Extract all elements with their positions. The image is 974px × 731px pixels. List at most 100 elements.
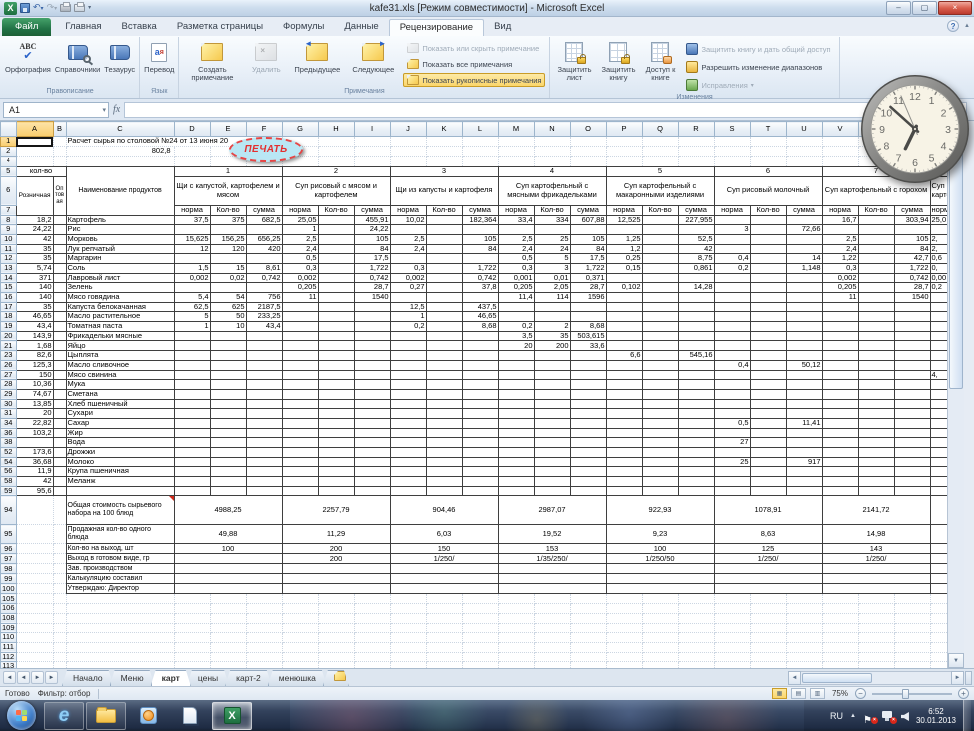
dish-number[interactable]: 5 [605,165,715,177]
cell[interactable] [569,632,607,643]
cell[interactable] [173,379,211,390]
cell[interactable] [749,369,787,381]
cell[interactable] [749,622,787,634]
row-header-16[interactable]: 16 [0,292,17,303]
cell[interactable] [497,417,535,429]
cell[interactable] [821,447,859,458]
cell[interactable] [317,632,355,643]
cell[interactable] [281,485,319,497]
row-header-1[interactable]: 1 [0,136,17,147]
cell[interactable] [353,156,391,167]
cell[interactable]: 82,6 [15,350,54,361]
cell[interactable] [52,398,67,410]
cell[interactable] [857,632,895,643]
cell[interactable] [461,253,499,264]
cell[interactable] [785,437,823,448]
cell[interactable]: 10 [209,321,247,332]
cell[interactable] [425,224,463,235]
cell[interactable]: 17,5 [353,253,391,264]
cell[interactable] [173,350,211,361]
cell[interactable] [317,224,355,235]
cell[interactable] [605,427,643,439]
cell[interactable] [173,456,211,468]
column-header-U[interactable]: U [785,121,823,137]
cell[interactable] [785,321,823,332]
cell[interactable]: 84 [893,243,931,255]
cell[interactable] [389,369,427,381]
cell[interactable] [641,136,679,147]
row-header-28[interactable]: 28 [0,379,17,390]
cell[interactable]: 22,82 [15,417,54,429]
cell[interactable] [353,311,391,323]
cell[interactable] [893,612,931,624]
cell[interactable] [52,622,67,634]
cell[interactable] [713,388,751,400]
product-name-cell[interactable]: Морковь [65,233,175,245]
cell[interactable] [353,437,391,448]
subcolumn-header[interactable]: норма [281,204,319,216]
cell[interactable] [605,612,643,624]
cell[interactable]: 156,25 [209,233,247,245]
cell[interactable] [353,632,391,643]
cell[interactable] [713,311,751,323]
product-name-cell[interactable]: Мясо свинина [65,369,175,381]
cell[interactable] [52,524,67,545]
cell[interactable] [857,224,895,235]
cell[interactable] [569,417,607,429]
cell[interactable] [461,369,499,381]
cell[interactable] [461,146,499,157]
cell[interactable] [52,243,67,255]
summary-value-cell[interactable] [281,563,391,575]
help-icon[interactable]: ? [947,20,960,32]
summary-value-cell[interactable] [173,553,283,565]
row-header-27[interactable]: 27 [0,369,17,381]
cell[interactable] [641,350,679,361]
cell[interactable] [52,262,67,274]
cell[interactable] [52,282,67,293]
cell[interactable] [173,632,211,643]
cell[interactable] [317,641,355,653]
cell[interactable] [677,632,715,643]
cell[interactable] [713,476,751,487]
cell[interactable] [749,146,787,157]
research-button[interactable]: Справочники [53,37,102,87]
clock-gadget[interactable]: 1 2 3 4 5 6 7 8 9 10 11 12 [858,72,972,186]
cell[interactable] [461,476,499,487]
cell[interactable] [821,622,859,634]
cell[interactable] [857,466,895,478]
cell[interactable]: 0,002 [821,272,859,284]
cell[interactable]: 120 [209,243,247,255]
minimize-button[interactable]: – [886,1,911,15]
cell[interactable]: 0,742 [245,272,283,284]
close-button[interactable]: × [938,1,972,15]
cell[interactable] [173,146,211,157]
protect-sheet-button[interactable]: Защитить лист [552,37,596,93]
column-header-P[interactable]: P [605,121,643,137]
cell[interactable]: 371 [15,272,54,284]
cell[interactable] [281,593,319,605]
cell[interactable] [353,651,391,663]
sheet-tab-Начало[interactable]: Начало [62,670,114,686]
cell[interactable]: 1,148 [785,262,823,274]
cell[interactable] [785,603,823,614]
cell[interactable] [893,456,931,468]
cell[interactable] [461,330,499,342]
cell[interactable] [641,224,679,235]
language-indicator[interactable]: RU [830,711,843,721]
cell[interactable] [569,156,607,167]
tab-file[interactable]: Файл [2,18,52,36]
cell[interactable] [677,311,715,323]
subcolumn-header[interactable]: норма [605,204,643,216]
cell[interactable] [497,476,535,487]
cell[interactable] [785,447,823,458]
cell[interactable] [353,379,391,390]
cell[interactable] [389,437,427,448]
cell[interactable] [857,253,895,264]
summary-label-cell[interactable]: Утверждаю: Директор [65,583,175,595]
cell[interactable] [209,379,247,390]
cell[interactable] [677,369,715,381]
cell[interactable] [533,651,571,663]
summary-label-cell[interactable]: Зав. производством [65,563,175,575]
subcolumn-header[interactable]: Кол-во [749,204,787,216]
cell[interactable] [52,603,67,614]
